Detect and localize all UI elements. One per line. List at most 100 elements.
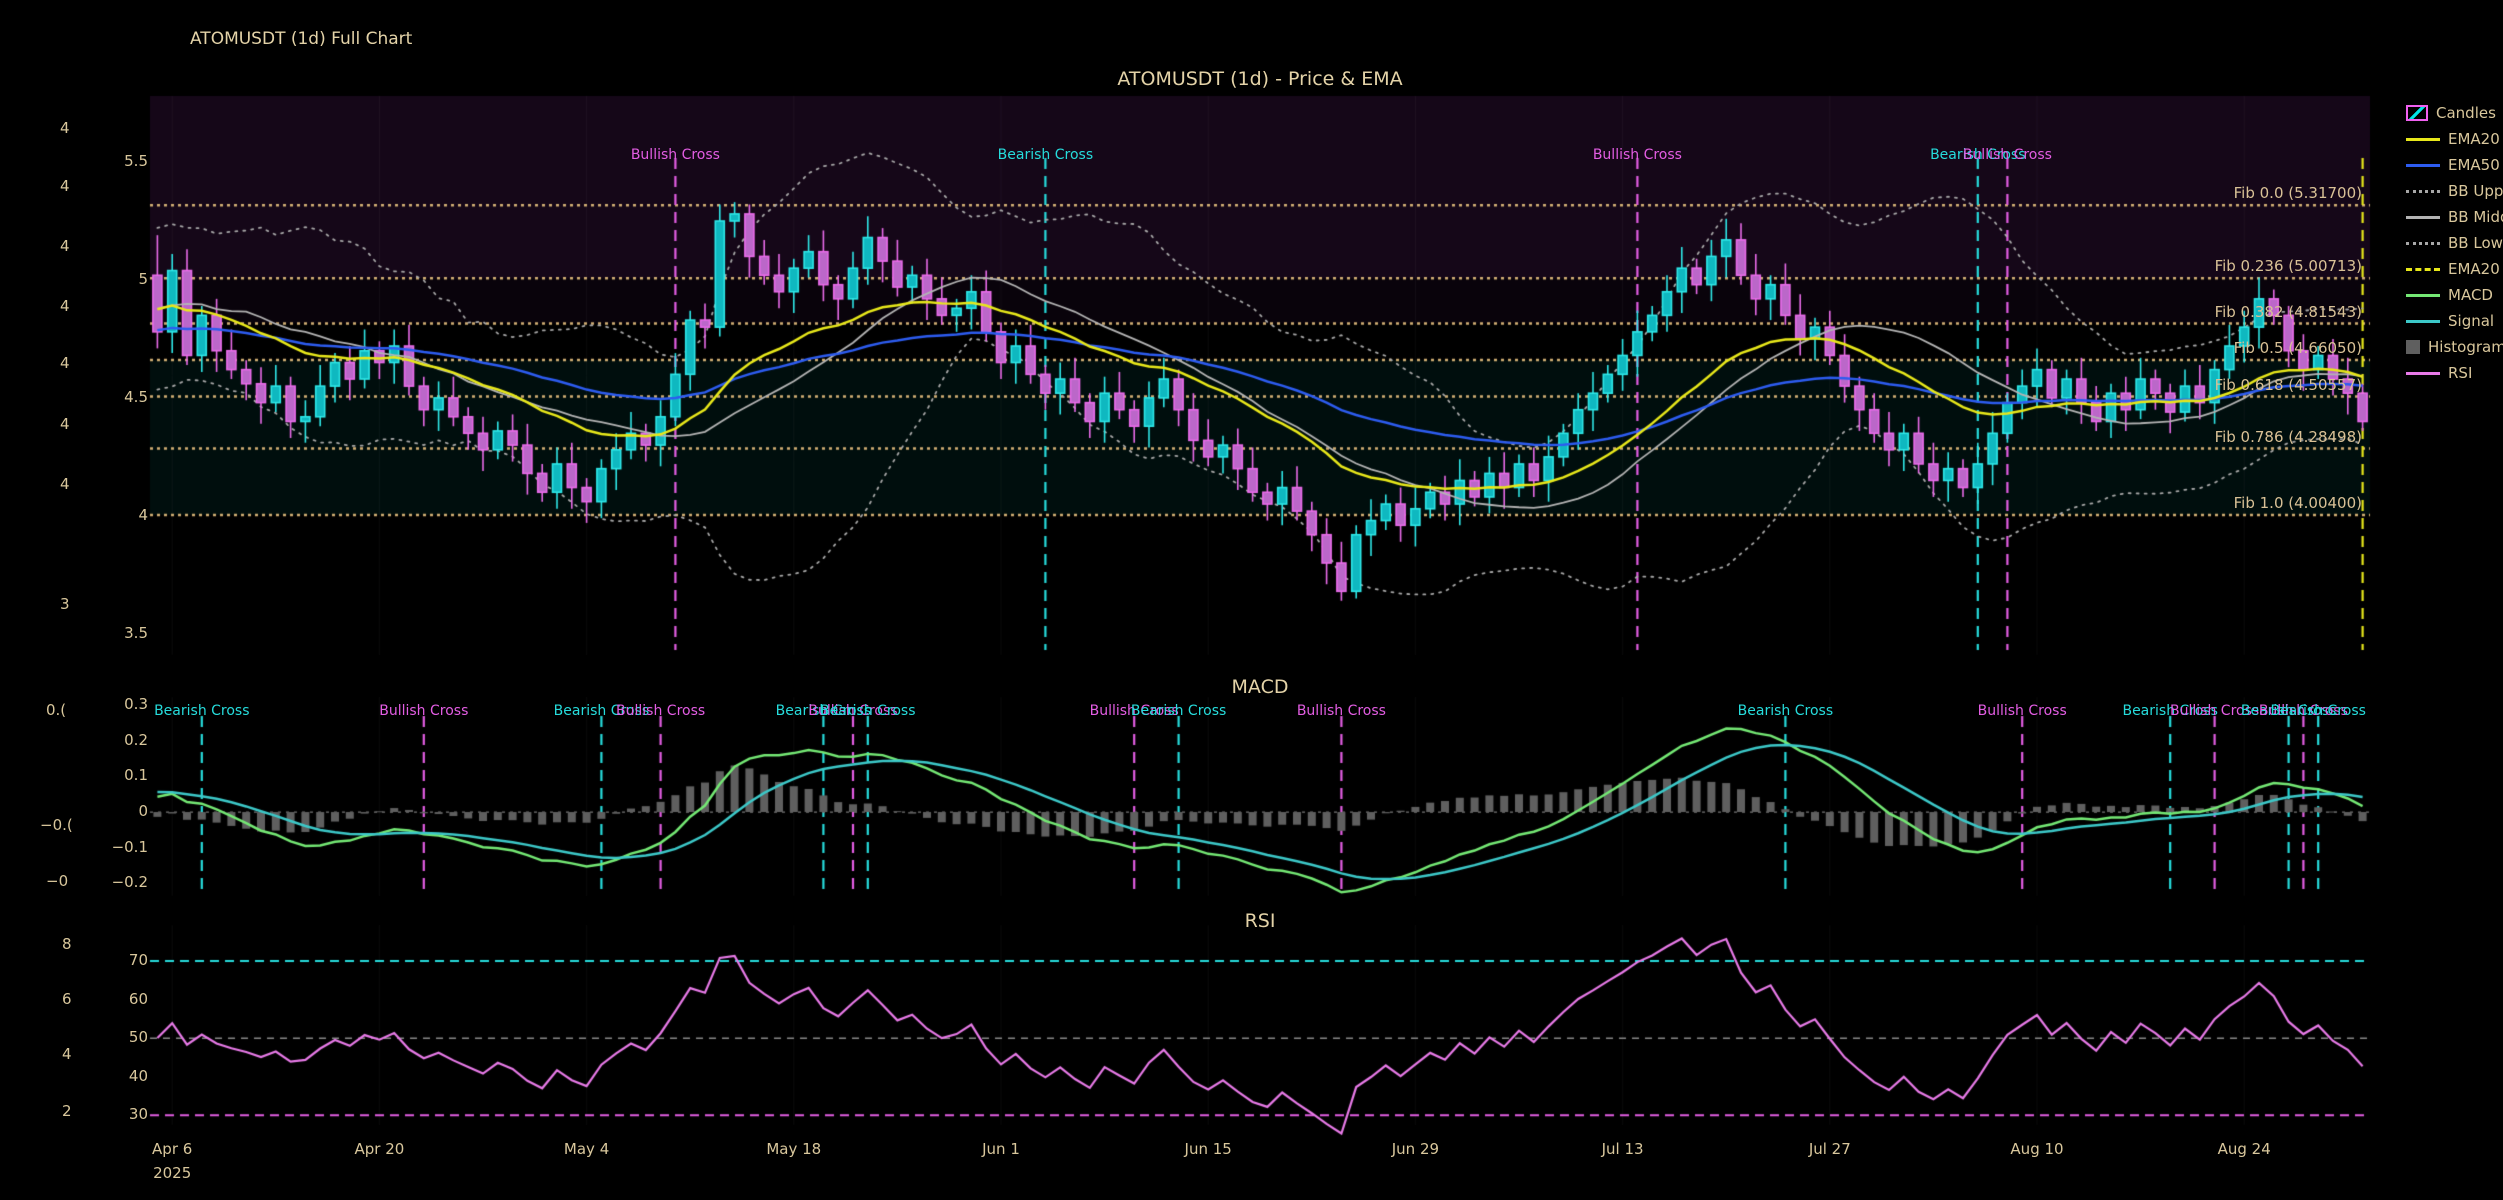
fib-label: Fib 1.0 (4.00400)	[2102, 494, 2362, 512]
legend-label: BB Middle	[2448, 208, 2503, 226]
macd-panel-title: MACD	[1232, 678, 1289, 696]
chart-figure: ATOMUSDT (1d) Full Chart ATOMUSDT (1d) -…	[0, 0, 2503, 1200]
x-tick: Apr 6	[127, 1140, 217, 1158]
legend-label: EMA50	[2448, 156, 2500, 174]
price-panel-title: ATOMUSDT (1d) - Price & EMA	[1117, 70, 1402, 88]
rsi-y-tick: 40	[90, 1067, 148, 1085]
legend-line-swatch-icon	[2406, 268, 2440, 271]
price-y-tick-clipped: 3	[60, 595, 70, 613]
fib-label: Fib 0.382 (4.81543)	[2102, 303, 2362, 321]
cross-label: Bearish Cross	[2270, 702, 2365, 720]
legend-line-swatch-icon	[2406, 320, 2440, 323]
legend-line-swatch-icon	[2406, 242, 2440, 245]
cross-label: Bearish Cross	[154, 702, 249, 720]
legend-item: Histogram	[2406, 334, 2503, 360]
price-y-tick-clipped: 4	[60, 354, 70, 372]
cross-label: Bearish Cross	[998, 146, 1093, 164]
legend-label: RSI	[2448, 364, 2472, 382]
x-tick-year: 2025	[127, 1164, 217, 1182]
price-y-tick-clipped: 4	[60, 415, 70, 433]
x-tick: Jun 1	[956, 1140, 1046, 1158]
fib-label: Fib 0.786 (4.28498)	[2102, 428, 2362, 446]
cross-label: Bullish Cross	[1297, 702, 1386, 720]
legend-label: BB Upper	[2448, 182, 2503, 200]
rsi-y-tick: 30	[90, 1105, 148, 1123]
fib-label: Fib 0.0 (5.31700)	[2102, 184, 2362, 202]
price-y-tick-clipped: 4	[60, 177, 70, 195]
macd-y-tick-clipped: −0	[46, 872, 68, 890]
price-y-tick-clipped: 4	[60, 297, 70, 315]
macd-y-tick: 0.3	[90, 695, 148, 713]
legend-square-swatch-icon	[2406, 340, 2420, 354]
x-tick: Aug 24	[2199, 1140, 2289, 1158]
macd-y-tick: 0.2	[90, 731, 148, 749]
chart-canvas	[0, 0, 2503, 1200]
x-tick: Jun 29	[1370, 1140, 1460, 1158]
cross-label: Bullish Cross	[1978, 702, 2067, 720]
macd-y-tick: 0.1	[90, 766, 148, 784]
x-tick: Jun 15	[1163, 1140, 1253, 1158]
price-y-tick-clipped: 4	[60, 475, 70, 493]
fib-label: Fib 0.5 (4.66050)	[2102, 339, 2362, 357]
rsi-y-tick: 50	[90, 1028, 148, 1046]
cross-label: Bullish Cross	[1593, 146, 1682, 164]
legend-label: EMA20	[2448, 130, 2500, 148]
cross-label: Bullish Cross	[1963, 146, 2052, 164]
legend-label: BB Lower	[2448, 234, 2503, 252]
legend-item: EMA20 B	[2406, 256, 2503, 282]
macd-y-tick-clipped: 0.(	[46, 701, 66, 719]
figure-title: ATOMUSDT (1d) Full Chart	[190, 30, 412, 48]
macd-y-tick: −0.2	[90, 873, 148, 891]
legend-line-swatch-icon	[2406, 372, 2440, 375]
legend-label: MACD	[2448, 286, 2493, 304]
legend-item: Signal	[2406, 308, 2503, 334]
fib-label: Fib 0.618 (4.50557)	[2102, 376, 2362, 394]
legend-item: BB Lower	[2406, 230, 2503, 256]
legend-item: BB Middle	[2406, 204, 2503, 230]
macd-y-tick: 0	[90, 802, 148, 820]
legend: Candles EMA20 EMA50 BB Upper BB Middle BB Low…	[2406, 100, 2503, 386]
legend-label: Candles	[2436, 104, 2496, 122]
price-y-tick: 3.5	[90, 624, 148, 642]
legend-label: Signal	[2448, 312, 2494, 330]
x-tick: Aug 10	[1992, 1140, 2082, 1158]
rsi-y-tick: 70	[90, 951, 148, 969]
legend-item: MACD	[2406, 282, 2503, 308]
rsi-y-tick-clipped: 4	[62, 1045, 72, 1063]
rsi-y-tick-clipped: 8	[62, 935, 72, 953]
rsi-y-tick-clipped: 6	[62, 990, 72, 1008]
cross-label: Bullish Cross	[379, 702, 468, 720]
legend-patch-swatch-icon	[2406, 105, 2428, 121]
rsi-y-tick-clipped: 2	[62, 1102, 72, 1120]
x-tick: Jul 27	[1785, 1140, 1875, 1158]
cross-label: Bullish Cross	[631, 146, 720, 164]
x-tick: Jul 13	[1578, 1140, 1668, 1158]
price-y-tick: 5	[90, 270, 148, 288]
legend-line-swatch-icon	[2406, 138, 2440, 141]
price-y-tick: 5.5	[90, 152, 148, 170]
legend-item: BB Upper	[2406, 178, 2503, 204]
macd-y-tick: −0.1	[90, 838, 148, 856]
legend-line-swatch-icon	[2406, 164, 2440, 167]
x-tick: Apr 20	[334, 1140, 424, 1158]
x-tick: May 18	[749, 1140, 839, 1158]
cross-label: Bullish Cross	[616, 702, 705, 720]
cross-label: Bearish Cross	[1131, 702, 1226, 720]
legend-label: Histogram	[2428, 338, 2503, 356]
legend-line-swatch-icon	[2406, 294, 2440, 297]
legend-item: EMA50	[2406, 152, 2503, 178]
legend-item: EMA20	[2406, 126, 2503, 152]
price-y-tick: 4	[90, 506, 148, 524]
x-tick: May 4	[542, 1140, 632, 1158]
rsi-panel-title: RSI	[1245, 912, 1276, 930]
fib-label: Fib 0.236 (5.00713)	[2102, 257, 2362, 275]
price-y-tick-clipped: 4	[60, 119, 70, 137]
legend-item: RSI	[2406, 360, 2503, 386]
legend-line-swatch-icon	[2406, 190, 2440, 193]
cross-label: Bearish Cross	[1738, 702, 1833, 720]
price-y-tick-clipped: 4	[60, 237, 70, 255]
rsi-y-tick: 60	[90, 990, 148, 1008]
price-y-tick: 4.5	[90, 388, 148, 406]
macd-y-tick-clipped: −0.(	[40, 816, 73, 834]
legend-label: EMA20 B	[2448, 260, 2503, 278]
